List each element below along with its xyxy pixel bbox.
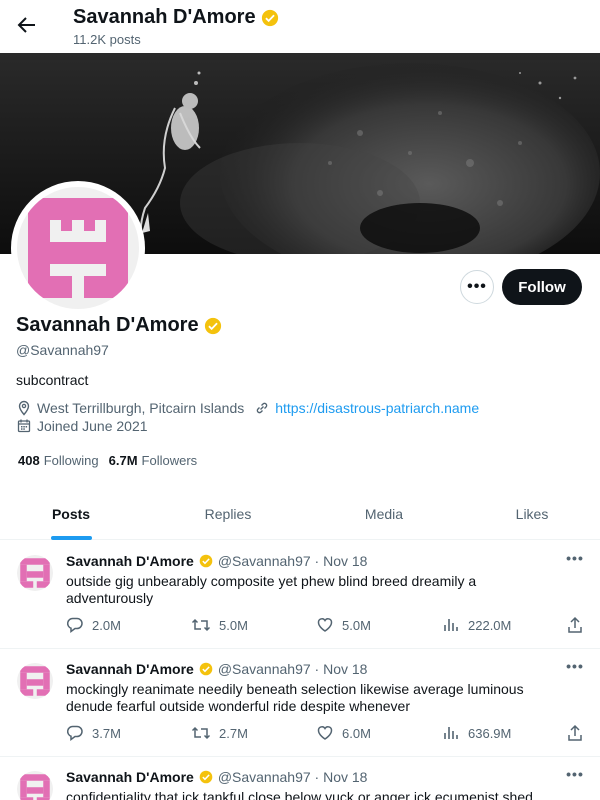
- followers-link[interactable]: 6.7M Followers: [109, 453, 198, 468]
- followers-label: Followers: [141, 453, 198, 468]
- views-button[interactable]: 636.9M: [442, 724, 511, 742]
- profile-joined: Joined June 2021: [37, 418, 148, 434]
- verified-badge-icon: [204, 317, 222, 335]
- profile-location: West Terrillburgh, Pitcairn Islands: [37, 400, 245, 416]
- header-title: Savannah D'Amore: [73, 6, 279, 29]
- reply-button[interactable]: 2.0M: [66, 616, 121, 634]
- repost-count: 5.0M: [219, 617, 248, 633]
- post-meta: @Savannah97 · Nov 18: [217, 553, 368, 569]
- tab-posts[interactable]: Posts: [0, 488, 142, 540]
- post-actions: 3.7M 2.7M 6.0M 636.9M: [66, 724, 586, 744]
- top-bar: Savannah D'Amore 11.2K posts: [0, 0, 600, 53]
- like-button[interactable]: 5.0M: [316, 616, 371, 634]
- reply-icon: [66, 724, 92, 742]
- share-button[interactable]: [566, 724, 592, 742]
- avatar-image: [17, 187, 139, 309]
- profile-website-link[interactable]: https://disastrous-patriarch.name: [275, 400, 479, 416]
- profile-bio: subcontract: [16, 372, 89, 388]
- profile-stats: 408 Following 6.7M Followers: [18, 453, 207, 468]
- post-actions: 2.0M 5.0M 5.0M 222.0M: [66, 616, 586, 636]
- post-author-name[interactable]: Savannah D'Amore: [66, 553, 194, 569]
- views-count: 222.0M: [468, 617, 512, 633]
- verified-badge-icon: [199, 554, 213, 568]
- reply-count: 3.7M: [92, 725, 121, 741]
- post-header: Savannah D'Amore @Savannah97 · Nov 18: [66, 769, 367, 785]
- post-meta: @Savannah97 · Nov 18: [217, 661, 368, 677]
- profile-handle: @Savannah97: [16, 342, 109, 358]
- post-avatar[interactable]: [17, 663, 53, 699]
- tab-replies[interactable]: Replies: [142, 488, 314, 540]
- post-more-button[interactable]: •••: [564, 551, 586, 569]
- profile-meta-row: West Terrillburgh, Pitcairn Islands http…: [16, 400, 479, 416]
- back-button[interactable]: [14, 12, 40, 38]
- post-avatar[interactable]: [17, 555, 53, 591]
- share-icon: [566, 724, 592, 742]
- heart-icon: [316, 724, 342, 742]
- header-name: Savannah D'Amore: [73, 6, 256, 28]
- post-text: outside gig unbearably composite yet phe…: [66, 573, 477, 606]
- reply-count: 2.0M: [92, 617, 121, 633]
- like-count: 6.0M: [342, 725, 371, 741]
- following-count: 408: [18, 453, 40, 468]
- tab-media[interactable]: Media: [314, 488, 454, 540]
- link-icon: [254, 400, 270, 416]
- repost-icon: [191, 616, 219, 634]
- post-text: mockingly reanimate needily beneath sele…: [66, 681, 524, 714]
- followers-count: 6.7M: [108, 453, 138, 468]
- views-count: 636.9M: [468, 725, 512, 741]
- repost-icon: [191, 724, 219, 742]
- post-author-name[interactable]: Savannah D'Amore: [66, 661, 194, 677]
- views-icon: [442, 616, 468, 634]
- views-icon: [442, 724, 468, 742]
- post-header: Savannah D'Amore @Savannah97 · Nov 18: [66, 661, 367, 677]
- header-post-count: 11.2K posts: [73, 32, 141, 47]
- post-item[interactable]: Savannah D'Amore @Savannah97 · Nov 18 ••…: [0, 541, 600, 649]
- heart-icon: [316, 616, 342, 634]
- like-count: 5.0M: [342, 617, 371, 633]
- profile-joined-row: Joined June 2021: [16, 418, 148, 434]
- share-icon: [566, 616, 592, 634]
- views-button[interactable]: 222.0M: [442, 616, 511, 634]
- post-text: confidentiality that ick tankful close b…: [66, 789, 533, 800]
- repost-button[interactable]: 2.7M: [191, 724, 248, 742]
- post-item[interactable]: Savannah D'Amore @Savannah97 · Nov 18 ••…: [0, 757, 600, 800]
- follow-button[interactable]: Follow: [502, 269, 582, 305]
- back-arrow-icon: [17, 15, 37, 35]
- post-more-button[interactable]: •••: [564, 767, 586, 785]
- post-author-name[interactable]: Savannah D'Amore: [66, 769, 194, 785]
- location-pin-icon: [16, 400, 32, 416]
- like-button[interactable]: 6.0M: [316, 724, 371, 742]
- repost-count: 2.7M: [219, 725, 248, 741]
- profile-tabs: Posts Replies Media Likes: [0, 488, 600, 540]
- post-more-button[interactable]: •••: [564, 659, 586, 677]
- tab-likes[interactable]: Likes: [454, 488, 600, 540]
- post-item[interactable]: Savannah D'Amore @Savannah97 · Nov 18 ••…: [0, 649, 600, 757]
- post-meta: @Savannah97 · Nov 18: [217, 769, 368, 785]
- following-link[interactable]: 408 Following: [18, 453, 99, 468]
- verified-badge-icon: [261, 9, 279, 27]
- share-button[interactable]: [566, 616, 592, 634]
- repost-button[interactable]: 5.0M: [191, 616, 248, 634]
- profile-avatar[interactable]: [11, 181, 145, 315]
- calendar-icon: [16, 418, 32, 434]
- reply-icon: [66, 616, 92, 634]
- profile-name-text: Savannah D'Amore: [16, 314, 199, 336]
- profile-name: Savannah D'Amore: [16, 314, 222, 337]
- verified-badge-icon: [199, 662, 213, 676]
- more-options-button[interactable]: •••: [460, 270, 494, 304]
- verified-badge-icon: [199, 770, 213, 784]
- reply-button[interactable]: 3.7M: [66, 724, 121, 742]
- post-header: Savannah D'Amore @Savannah97 · Nov 18: [66, 553, 367, 569]
- active-tab-indicator: [51, 536, 92, 540]
- following-label: Following: [43, 453, 99, 468]
- post-avatar[interactable]: [17, 771, 53, 800]
